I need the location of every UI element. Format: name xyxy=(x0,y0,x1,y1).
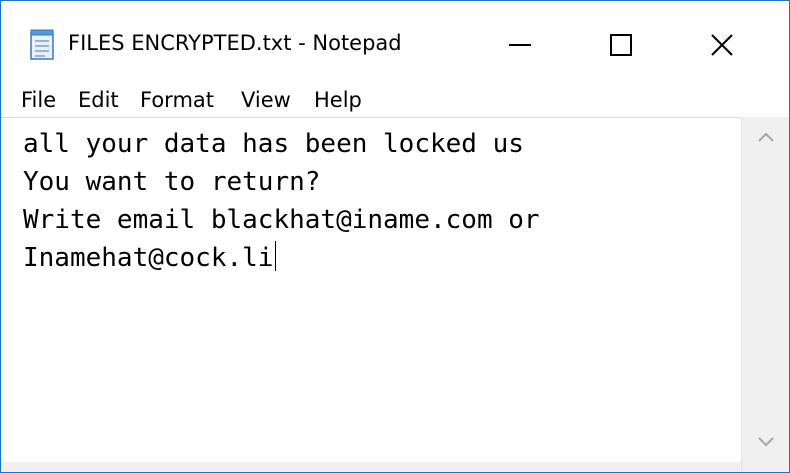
text-line: all your data has been locked us xyxy=(23,129,524,159)
chevron-down-icon xyxy=(758,437,774,447)
close-icon xyxy=(711,34,733,56)
vertical-scrollbar[interactable] xyxy=(741,117,789,472)
minimize-button[interactable] xyxy=(495,23,545,67)
menu-view[interactable]: View xyxy=(241,88,291,112)
chevron-up-icon xyxy=(758,132,774,142)
text-line: Inamehat@cock.li xyxy=(23,243,274,273)
text-editor[interactable]: all your data has been locked us You want… xyxy=(1,117,741,463)
window-title: FILES ENCRYPTED.txt - Notepad xyxy=(68,31,402,55)
text-line: You want to return? xyxy=(23,167,321,197)
scroll-down-button[interactable] xyxy=(742,422,789,462)
scroll-up-button[interactable] xyxy=(742,117,789,157)
notepad-icon xyxy=(28,29,58,61)
text-line: Write email blackhat@iname.com or xyxy=(23,205,540,235)
document-text[interactable]: all your data has been locked us You want… xyxy=(23,125,735,277)
close-button[interactable] xyxy=(697,23,747,67)
menu-bar: File Edit Format View Help xyxy=(1,87,789,117)
menu-help[interactable]: Help xyxy=(314,88,362,112)
menu-edit[interactable]: Edit xyxy=(78,88,119,112)
horizontal-scrollbar[interactable] xyxy=(1,462,741,472)
title-bar[interactable]: FILES ENCRYPTED.txt - Notepad xyxy=(1,1,789,87)
text-line-last: Inamehat@cock.li xyxy=(23,239,735,277)
menu-file[interactable]: File xyxy=(21,88,56,112)
maximize-button[interactable] xyxy=(596,23,646,67)
menu-format[interactable]: Format xyxy=(140,88,214,112)
text-caret xyxy=(275,241,277,271)
maximize-icon xyxy=(610,34,632,56)
minimize-icon xyxy=(509,44,531,46)
notepad-window: risk.com FILES ENCRYPTED.txt - Notepad xyxy=(0,0,790,473)
